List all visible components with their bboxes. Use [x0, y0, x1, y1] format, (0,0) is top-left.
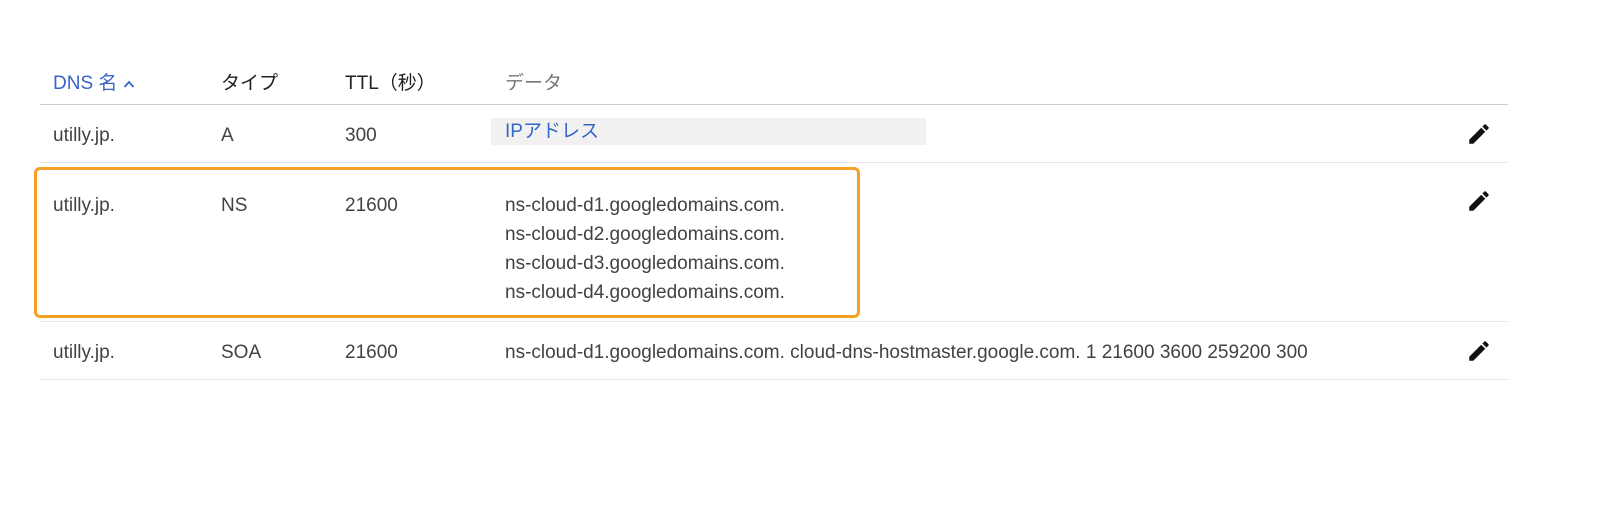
- pencil-icon[interactable]: [1466, 188, 1492, 214]
- record-name: utilly.jp.: [53, 342, 115, 363]
- table-header: DNS 名 タイプ TTL（秒） データ: [40, 56, 1508, 105]
- record-data: ns-cloud-d1.googledomains.com. ns-cloud-…: [505, 191, 785, 307]
- record-type: A: [221, 125, 234, 146]
- table-row: utilly.jp. A 300 IPアドレス: [40, 105, 1508, 163]
- record-ttl: 21600: [345, 342, 398, 363]
- dns-records-table: DNS 名 タイプ TTL（秒） データ utilly.jp. A 300 IP…: [40, 56, 1508, 380]
- record-type: NS: [221, 195, 248, 216]
- record-ttl: 300: [345, 125, 377, 146]
- nameserver-line: ns-cloud-d1.googledomains.com.: [505, 195, 785, 216]
- header-data: データ: [505, 73, 563, 94]
- ip-address-link[interactable]: IPアドレス: [505, 118, 599, 145]
- header-ttl[interactable]: TTL（秒）: [345, 68, 436, 95]
- table-row: utilly.jp. SOA 21600 ns-cloud-d1.googled…: [40, 322, 1508, 380]
- pencil-icon[interactable]: [1466, 121, 1492, 147]
- record-type: SOA: [221, 342, 262, 363]
- chevron-up-icon: [124, 80, 135, 88]
- record-ttl: 21600: [345, 195, 398, 216]
- record-name: utilly.jp.: [53, 195, 115, 216]
- header-dns-name-label: DNS 名: [53, 73, 118, 94]
- table-row: utilly.jp. NS 21600 ns-cloud-d1.googledo…: [40, 163, 1508, 322]
- nameserver-line: ns-cloud-d2.googledomains.com.: [505, 224, 785, 245]
- nameserver-line: ns-cloud-d3.googledomains.com.: [505, 253, 785, 274]
- header-type[interactable]: タイプ: [221, 68, 278, 95]
- record-data: ns-cloud-d1.googledomains.com. cloud-dns…: [505, 342, 1308, 363]
- nameserver-line: ns-cloud-d4.googledomains.com.: [505, 282, 785, 303]
- header-dns-name[interactable]: DNS 名: [53, 68, 135, 95]
- pencil-icon[interactable]: [1466, 338, 1492, 364]
- record-name: utilly.jp.: [53, 125, 115, 146]
